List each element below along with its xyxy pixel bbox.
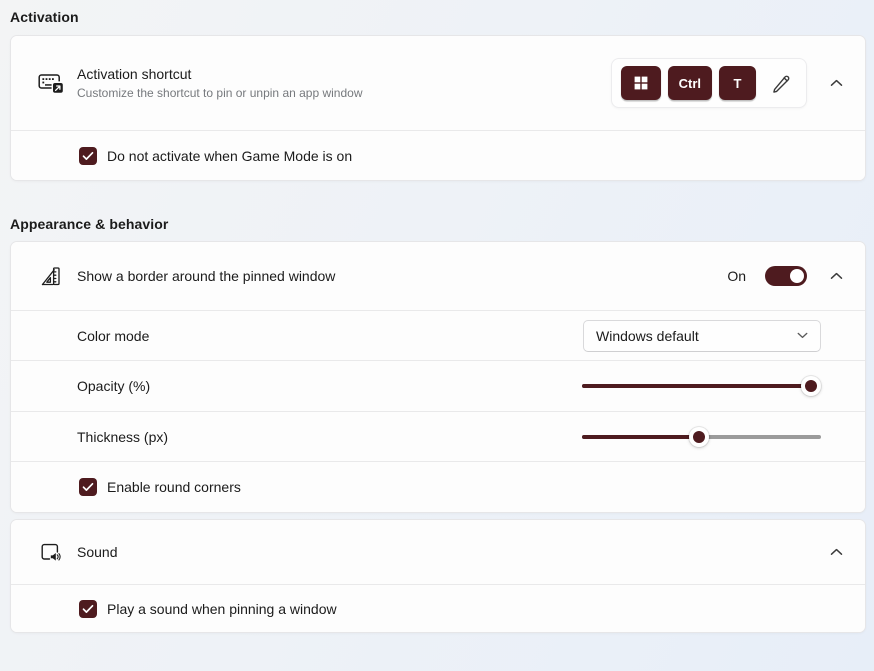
slider-fill	[582, 434, 702, 439]
play-sound-row: Play a sound when pinning a window	[11, 584, 865, 632]
thickness-label: Thickness (px)	[77, 428, 169, 445]
slider-thumb[interactable]	[801, 376, 821, 396]
color-mode-row: Color mode Windows default	[11, 310, 865, 360]
chevron-up-icon[interactable]	[821, 68, 851, 98]
ctrl-keycap: Ctrl	[667, 66, 712, 100]
check-icon	[82, 482, 94, 491]
edit-shortcut-button[interactable]	[765, 66, 797, 100]
win-keycap	[620, 66, 661, 100]
opacity-label: Opacity (%)	[77, 378, 151, 394]
toggle-state-label: On	[727, 268, 746, 284]
color-mode-selected-value: Windows default	[596, 327, 699, 344]
round-corners-row: Enable round corners	[11, 461, 865, 512]
chevron-up-icon[interactable]	[821, 261, 851, 291]
sound-row-title: Sound	[77, 544, 118, 560]
toggle-knob	[790, 269, 804, 283]
border-toggle[interactable]	[765, 266, 807, 286]
border-row[interactable]: Show a border around the pinned window O…	[11, 242, 865, 310]
chevron-down-icon	[797, 332, 808, 339]
round-corners-checkbox[interactable]	[79, 478, 97, 496]
sound-card: Sound Play a sound when pinning a window	[10, 519, 866, 633]
windows-logo-icon	[634, 76, 648, 90]
check-icon	[82, 151, 94, 160]
slider-thumb[interactable]	[689, 426, 710, 447]
always-on-top-settings-page: Activation Activation shortcut Customize…	[0, 0, 874, 633]
sound-row[interactable]: Sound	[11, 520, 865, 584]
opacity-row: Opacity (%)	[11, 360, 865, 411]
border-row-label: Show a border around the pinned window	[77, 268, 336, 284]
appearance-card: Show a border around the pinned window O…	[10, 241, 866, 513]
shortcut-keys-group: Ctrl T	[610, 58, 807, 108]
play-sound-label: Play a sound when pinning a window	[107, 600, 337, 617]
game-mode-checkbox[interactable]	[79, 146, 97, 165]
play-sound-checkbox[interactable]	[79, 599, 97, 618]
check-icon	[82, 604, 94, 613]
activation-shortcut-row[interactable]: Activation shortcut Customize the shortc…	[11, 36, 865, 130]
game-mode-row: Do not activate when Game Mode is on	[11, 130, 865, 180]
game-mode-label: Do not activate when Game Mode is on	[107, 147, 353, 164]
slider-fill	[582, 384, 813, 388]
color-mode-label: Color mode	[77, 327, 150, 344]
round-corners-label: Enable round corners	[107, 479, 241, 495]
opacity-slider[interactable]	[582, 376, 821, 396]
color-mode-dropdown[interactable]: Windows default	[583, 319, 821, 352]
thickness-slider[interactable]	[582, 426, 821, 447]
section-header-activation: Activation	[10, 9, 79, 25]
ruler-border-icon	[38, 265, 64, 287]
monitor-sound-icon	[38, 542, 64, 563]
t-keycap: T	[719, 66, 756, 100]
thickness-row: Thickness (px)	[11, 411, 865, 461]
activation-shortcut-description: Customize the shortcut to pin or unpin a…	[77, 86, 363, 100]
section-header-appearance: Appearance & behavior	[10, 216, 169, 232]
activation-card: Activation shortcut Customize the shortc…	[10, 35, 866, 181]
keyboard-shortcut-icon	[38, 71, 64, 95]
activation-shortcut-title: Activation shortcut	[77, 66, 192, 82]
chevron-up-icon[interactable]	[821, 537, 851, 567]
pencil-icon	[773, 75, 790, 93]
